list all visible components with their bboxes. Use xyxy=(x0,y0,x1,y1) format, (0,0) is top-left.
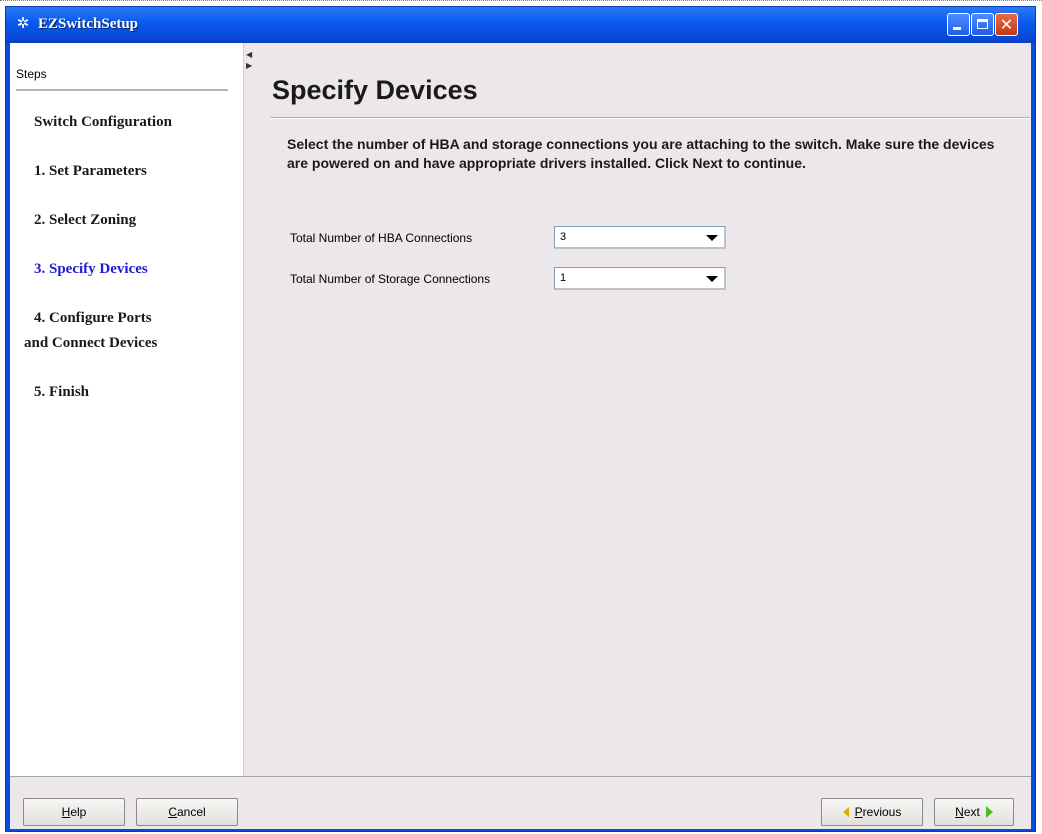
title-divider xyxy=(270,117,1030,119)
main-content: Specify Devices Select the number of HBA… xyxy=(249,43,1031,776)
arrow-left-icon xyxy=(842,807,849,817)
steps-divider xyxy=(16,89,228,91)
step-configure-ports-line2: and Connect Devices xyxy=(24,335,158,351)
close-icon[interactable]: ✕ xyxy=(995,13,1018,36)
top-dotted-border xyxy=(0,0,1042,2)
hba-connections-value: 3 xyxy=(560,231,567,243)
step-set-parameters: 1. Set Parameters xyxy=(34,163,147,179)
minimize-icon[interactable] xyxy=(947,13,970,36)
step-switch-configuration: Switch Configuration xyxy=(34,114,172,130)
cancel-button[interactable]: Cancel xyxy=(136,798,238,826)
footer-divider xyxy=(10,776,1031,777)
storage-connections-dropdown[interactable]: 1 xyxy=(554,267,726,290)
step-select-zoning: 2. Select Zoning xyxy=(34,212,137,228)
arrow-right-icon xyxy=(985,806,993,818)
chevron-down-icon[interactable] xyxy=(706,276,718,282)
hba-connections-label: Total Number of HBA Connections xyxy=(290,231,473,245)
page-title: Specify Devices xyxy=(272,75,478,105)
gear-icon: ✲ xyxy=(16,15,30,32)
hba-connections-dropdown[interactable]: 3 xyxy=(554,226,726,249)
storage-connections-value: 1 xyxy=(560,272,567,284)
steps-panel: Steps Switch Configuration 1. Set Parame… xyxy=(10,43,243,776)
previous-button[interactable]: Previous xyxy=(821,798,923,826)
step-configure-ports: 4. Configure Ports xyxy=(34,310,152,326)
title-bar[interactable]: ✲ EZSwitchSetup ✕ xyxy=(6,7,1035,43)
chevron-down-icon[interactable] xyxy=(706,235,718,241)
help-button[interactable]: Help xyxy=(23,798,125,826)
next-button[interactable]: Next xyxy=(934,798,1014,826)
app-window: ✲ EZSwitchSetup ✕ Steps Switch Configura… xyxy=(5,6,1036,832)
window-client-area: Steps Switch Configuration 1. Set Parame… xyxy=(10,43,1031,829)
steps-header: Steps xyxy=(16,67,47,81)
instructions-text: Select the number of HBA and storage con… xyxy=(287,136,995,171)
window-title: EZSwitchSetup xyxy=(38,16,139,32)
storage-connections-label: Total Number of Storage Connections xyxy=(290,272,491,286)
step-finish: 5. Finish xyxy=(34,384,90,400)
step-specify-devices: 3. Specify Devices xyxy=(34,261,148,277)
maximize-icon[interactable] xyxy=(971,13,994,36)
